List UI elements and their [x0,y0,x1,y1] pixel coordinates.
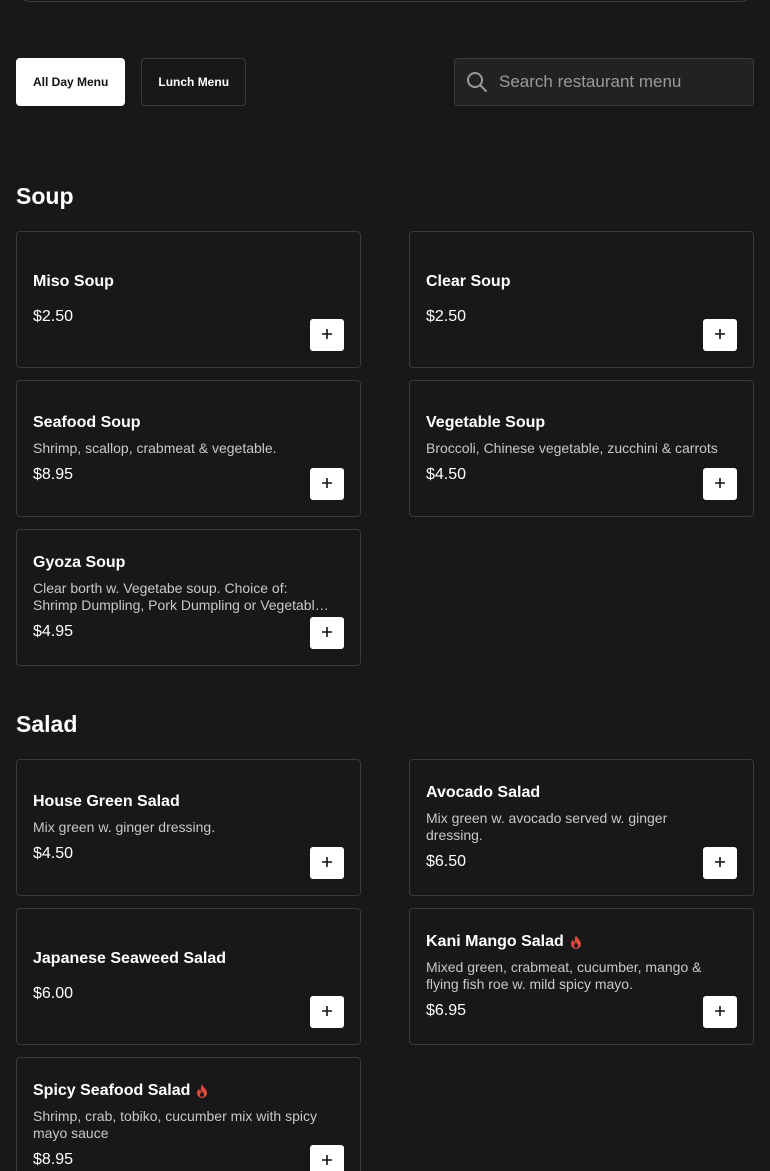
add-to-cart-button[interactable] [310,847,344,879]
add-to-cart-button[interactable] [310,617,344,649]
item-name: Seafood Soup [33,413,141,431]
item-name: Japanese Seaweed Salad [33,950,226,967]
menu-item-card[interactable]: Gyoza Soup Clear borth w. Vegetabe soup.… [16,529,361,666]
item-name: Miso Soup [33,273,114,290]
item-name: Gyoza Soup [33,554,126,571]
search-box[interactable] [454,58,754,106]
search-icon [455,58,499,106]
plus-icon [321,477,333,492]
item-price: $8.95 [33,465,74,483]
item-price: $6.00 [33,985,74,1002]
item-price: $4.50 [426,465,467,483]
item-price: $6.50 [426,853,467,870]
previous-panel-edge [16,0,754,2]
item-name-row: Kani Mango Salad [426,933,737,951]
add-to-cart-button[interactable] [310,319,344,351]
item-name: House Green Salad [33,792,180,810]
add-to-cart-button[interactable] [310,468,344,500]
tab-all-day-menu[interactable]: All Day Menu [16,58,126,106]
item-price: $2.50 [33,308,74,325]
item-description: Shrimp, crab, tobiko, cucumber mix with … [33,1108,317,1141]
plus-icon [714,477,726,492]
item-description: Broccoli, Chinese vegetable, zucchini & … [426,439,718,456]
item-name: Spicy Seafood Salad [33,1082,191,1099]
item-description: Mix green w. avocado served w. ginger dr… [426,810,668,843]
menu-item-card[interactable]: Avocado Salad Mix green w. avocado serve… [409,759,754,896]
add-to-cart-button[interactable] [703,996,737,1028]
item-name-row: Spicy Seafood Salad [33,1082,344,1100]
plus-icon [321,328,333,343]
menu-item-card[interactable]: Vegetable Soup Broccoli, Chinese vegetab… [409,380,754,517]
item-price: $6.95 [426,1002,467,1019]
item-price: $8.95 [33,1151,74,1168]
item-description: Mix green w. ginger dressing. [33,818,216,835]
add-to-cart-button[interactable] [310,996,344,1028]
menu-item-card[interactable]: Kani Mango Salad Mixed green, crabmeat, … [409,908,754,1045]
menu-item-card[interactable]: Seafood Soup Shrimp, scallop, crabmeat &… [16,380,361,517]
plus-icon [321,1154,333,1169]
menu-item-card[interactable]: Clear Soup $2.50 [409,231,754,368]
add-to-cart-button[interactable] [310,1145,344,1171]
item-price: $4.50 [33,844,74,862]
item-name: Avocado Salad [426,784,541,801]
spicy-flame-icon [570,935,582,949]
plus-icon [714,328,726,343]
item-name: Kani Mango Salad [426,933,564,950]
plus-icon [714,856,726,871]
item-description: Clear borth w. Vegetabe soup. Choice of:… [33,580,323,613]
search-input[interactable] [499,72,739,92]
add-to-cart-button[interactable] [703,847,737,879]
section-title-soup: Soup [16,183,74,209]
item-price: $4.95 [33,623,74,640]
tab-lunch-menu[interactable]: Lunch Menu [141,58,247,106]
item-price: $2.50 [426,308,467,325]
plus-icon [714,1005,726,1020]
plus-icon [321,1005,333,1020]
spicy-flame-icon [196,1084,208,1098]
plus-icon [321,856,333,871]
item-name: Vegetable Soup [426,413,546,431]
item-description: Shrimp, scallop, crabmeat & vegetable. [33,439,277,456]
item-description: Mixed green, crabmeat, cucumber, mango &… [426,959,702,992]
menu-tabs: All Day Menu Lunch Menu [16,58,247,106]
menu-item-card[interactable]: Japanese Seaweed Salad $6.00 [16,908,361,1045]
plus-icon [321,626,333,641]
add-to-cart-button[interactable] [703,319,737,351]
menu-item-card[interactable]: House Green Salad Mix green w. ginger dr… [16,759,361,896]
item-name: Clear Soup [426,273,511,290]
menu-item-card[interactable]: Spicy Seafood Salad Shrimp, crab, tobiko… [16,1057,361,1171]
section-title-salad: Salad [16,711,78,737]
menu-item-card[interactable]: Miso Soup $2.50 [16,231,361,368]
add-to-cart-button[interactable] [703,468,737,500]
